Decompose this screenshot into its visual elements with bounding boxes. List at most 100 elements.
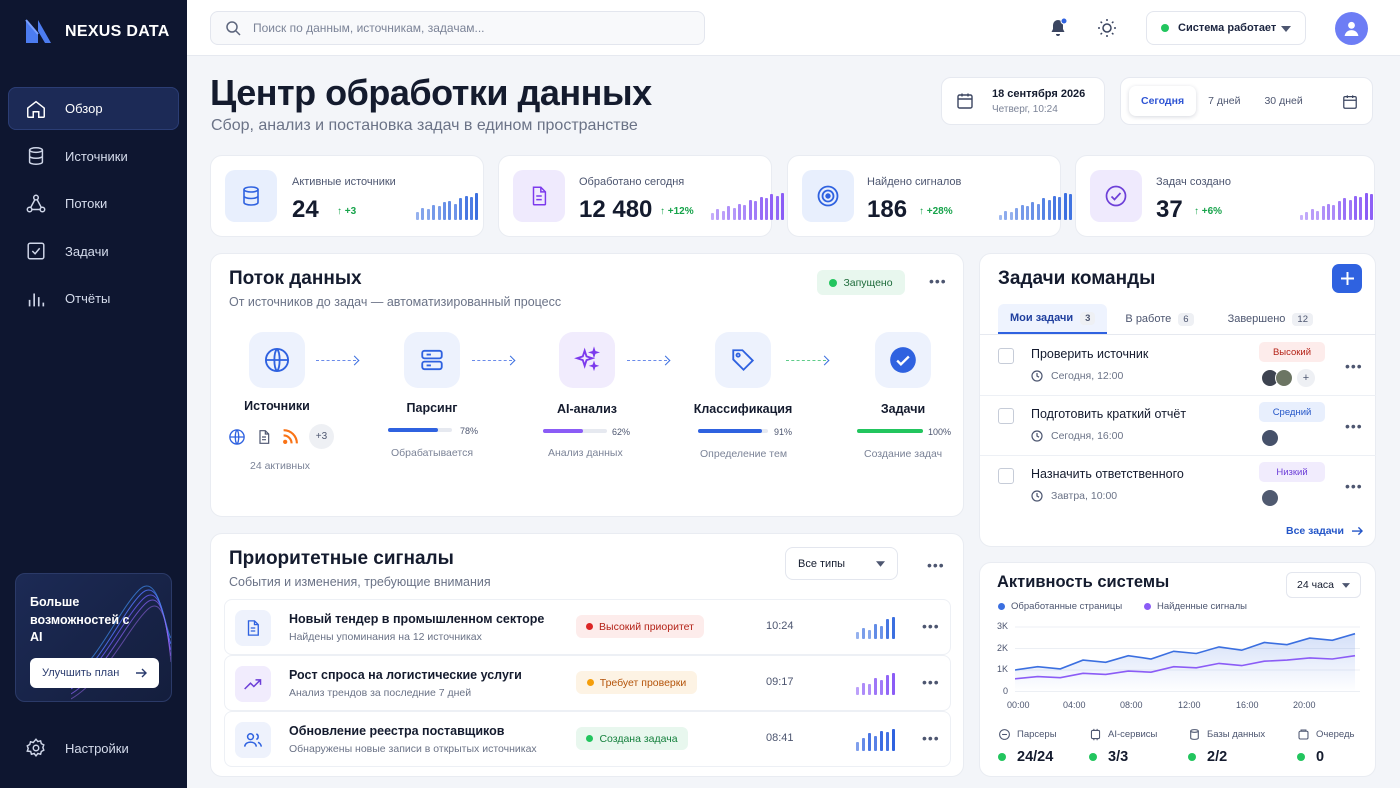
priority-badge: Средний [1259, 402, 1325, 422]
task-row[interactable]: Назначить ответственного Завтра, 10:00 Н… [980, 456, 1376, 516]
nav-item-reports[interactable]: Отчёты [8, 277, 179, 320]
add-task-button[interactable] [1332, 264, 1362, 293]
database-icon [1190, 729, 1199, 740]
sparkline-bar [1310, 209, 1314, 220]
tab-completed[interactable]: Завершено 12 [1216, 304, 1325, 334]
signal-title: Обновление реестра поставщиков [289, 724, 505, 738]
stage-parsing[interactable]: Парсинг [396, 332, 468, 415]
service-value: 24/24 [998, 749, 1088, 765]
stat-icon-box [225, 170, 277, 222]
stat-card-processed[interactable]: Обработано сегодня 12 480 ↑ +12% [498, 155, 785, 237]
sparkline-bar [874, 736, 877, 751]
sparkline-bar [886, 675, 889, 695]
signal-row[interactable]: Новый тендер в промышленном секторе Найд… [224, 599, 951, 655]
task-checkbox[interactable] [998, 348, 1014, 364]
upgrade-plan-button[interactable]: Улучшить план [30, 658, 159, 688]
nav-item-settings[interactable]: Настройки [25, 737, 129, 759]
upgrade-plan-label: Улучшить план [42, 667, 120, 679]
assignee-avatar[interactable] [1261, 429, 1279, 447]
page-title: Центр обработки данных [210, 72, 652, 113]
more-options-icon[interactable]: ••• [1345, 478, 1363, 494]
tab-my-tasks[interactable]: Мои задачи 3 [998, 304, 1108, 334]
data-flow-title: Поток данных [229, 268, 362, 289]
assignee-avatar[interactable] [1261, 489, 1279, 507]
sparkline-bar [426, 209, 430, 220]
y-tick-label: 1K [996, 664, 1008, 674]
signal-row[interactable]: Обновление реестра поставщиков Обнаружен… [224, 711, 951, 767]
logo[interactable]: NEXUS DATA [24, 18, 170, 45]
tab-count: 12 [1292, 312, 1313, 326]
page-subtitle: Сбор, анализ и постановка задач в едином… [211, 117, 638, 134]
notifications-button[interactable] [1048, 17, 1068, 43]
system-status-dropdown[interactable]: Система работает [1146, 11, 1306, 45]
more-options-icon[interactable]: ••• [929, 273, 947, 289]
service-count: 24/24 [1017, 749, 1054, 765]
more-options-icon[interactable]: ••• [927, 557, 945, 573]
flow-status-label: Запущено [843, 276, 893, 289]
sparkline-bar [1009, 212, 1013, 220]
all-tasks-link[interactable]: Все задачи [1286, 525, 1363, 537]
priority-badge: Низкий [1259, 462, 1325, 482]
theme-toggle-button[interactable] [1097, 18, 1117, 43]
document-icon[interactable] [256, 428, 272, 446]
stat-card-sources[interactable]: Активные источники 24 ↑ +3 [210, 155, 484, 237]
checkbox-icon [27, 242, 45, 260]
stage-name: AI-анализ [557, 402, 617, 416]
stage-caption: Определение тем [700, 448, 788, 460]
more-options-icon[interactable]: ••• [922, 730, 940, 746]
stage-ai-analysis[interactable]: AI-анализ [551, 332, 623, 416]
user-icon [1344, 21, 1359, 36]
task-checkbox[interactable] [998, 408, 1014, 424]
x-tick-label: 20:00 [1293, 700, 1316, 710]
clock-icon [1031, 490, 1043, 502]
stat-card-tasks[interactable]: Задач создано 37 ↑ +6% [1075, 155, 1375, 237]
range-tab-30-days[interactable]: 30 дней [1252, 86, 1314, 116]
assignee-avatar[interactable] [1275, 369, 1293, 387]
nav-item-flows[interactable]: Потоки [8, 182, 179, 225]
tab-in-progress[interactable]: В работе 6 [1113, 304, 1205, 334]
nav-item-overview[interactable]: Обзор [8, 87, 179, 130]
signal-type-filter[interactable]: Все типы [785, 547, 898, 580]
nav-item-sources[interactable]: Источники [8, 135, 179, 178]
search-input[interactable]: Поиск по данным, источникам, задачам... [210, 11, 705, 45]
activity-line-chart [1015, 626, 1360, 692]
service-value: 0 [1297, 749, 1387, 765]
signal-row[interactable]: Рост спроса на логистические услуги Анал… [224, 655, 951, 711]
brand-name: NEXUS DATA [65, 22, 170, 40]
sparkline-bar [1025, 206, 1029, 220]
home-icon [27, 100, 45, 118]
sparkline-bar [469, 197, 473, 220]
signal-icon-box [235, 666, 271, 702]
stat-card-signals[interactable]: Найдено сигналов 186 ↑ +28% [787, 155, 1073, 237]
server-icon [999, 729, 1010, 740]
tabs-divider [980, 334, 1376, 335]
more-options-icon[interactable]: ••• [922, 674, 940, 690]
more-options-icon[interactable]: ••• [922, 618, 940, 634]
stat-icon-box [802, 170, 854, 222]
rss-icon[interactable] [282, 428, 299, 445]
task-row[interactable]: Проверить источник Сегодня, 12:00 Высоки… [980, 336, 1376, 396]
stage-sources[interactable]: Источники [241, 332, 313, 413]
task-checkbox[interactable] [998, 468, 1014, 484]
more-sources-badge[interactable]: +3 [309, 424, 334, 449]
more-options-icon[interactable]: ••• [1345, 418, 1363, 434]
globe-icon[interactable] [228, 428, 246, 446]
task-row[interactable]: Подготовить краткий отчёт Сегодня, 16:00… [980, 396, 1376, 456]
range-tab-7-days[interactable]: 7 дней [1196, 86, 1252, 116]
stat-label: Обработано сегодня [579, 176, 685, 188]
status-dot [1161, 24, 1169, 32]
activity-period-dropdown[interactable]: 24 часа [1286, 572, 1361, 598]
calendar-icon[interactable] [1342, 94, 1358, 110]
sparkline-bar [856, 742, 859, 751]
user-avatar[interactable] [1335, 12, 1368, 45]
stage-classification[interactable]: Классификация [690, 332, 796, 416]
sparkline-bar [448, 201, 452, 220]
sparkline-bar [743, 205, 747, 220]
nav-item-tasks[interactable]: Задачи [8, 230, 179, 273]
stage-tasks[interactable]: Задачи [867, 332, 939, 416]
date-display[interactable]: 18 сентября 2026 Четверг, 10:24 [941, 77, 1105, 125]
more-options-icon[interactable]: ••• [1345, 358, 1363, 374]
range-tab-today[interactable]: Сегодня [1129, 86, 1197, 116]
sparkline-bar [464, 196, 468, 220]
add-assignee-button[interactable]: + [1297, 369, 1315, 387]
